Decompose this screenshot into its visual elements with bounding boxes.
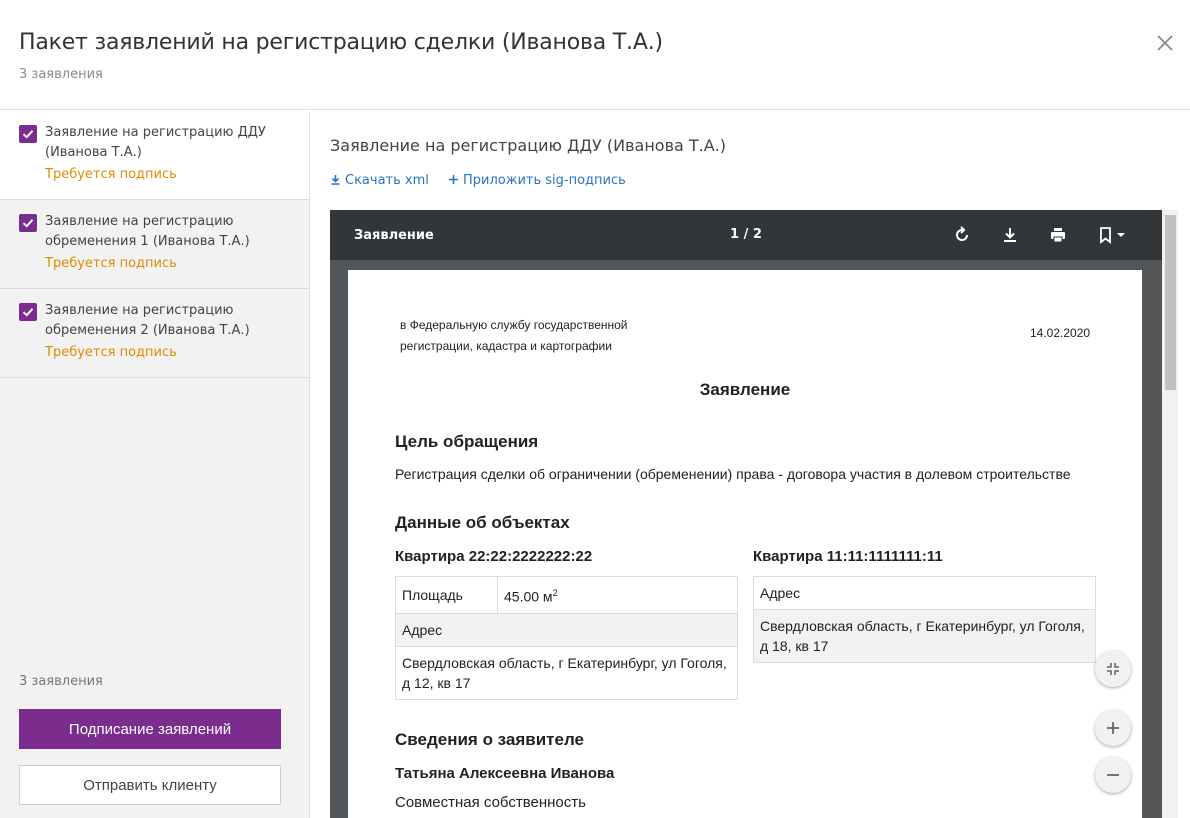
list-item-document-3[interactable]: Заявление на регистрацию обременения 2 (…	[0, 289, 309, 378]
dialog-header: Пакет заявлений на регистрацию сделки (И…	[0, 0, 1190, 110]
close-icon[interactable]	[1152, 30, 1178, 56]
addressee-line: регистрации, кадастра и картографии	[400, 339, 612, 353]
area-value: 45.00 м2	[497, 576, 738, 614]
status-label: Требуется подпись	[45, 345, 177, 360]
document-name: Заявление на регистрацию ДДУ (Иванова Т.…	[45, 125, 266, 160]
checkbox-checked-icon[interactable]	[19, 125, 37, 143]
scrollbar-thumb[interactable]	[1165, 215, 1176, 390]
object-1-table: Площадь 45.00 м2 Адрес Свердловская обла…	[395, 576, 738, 700]
addressee: в Федеральную службу государственной рег…	[400, 315, 660, 357]
download-icon	[330, 173, 341, 188]
checkbox-checked-icon[interactable]	[19, 303, 37, 321]
send-to-client-button[interactable]: Отправить клиенту	[19, 765, 281, 805]
zoom-out-icon[interactable]	[1095, 757, 1131, 793]
pdf-viewer: Заявление 1 / 2 в Федеральную службу гос…	[330, 210, 1178, 818]
purpose-text: Регистрация сделки об ограничении (обрем…	[395, 466, 1071, 482]
list-item-document-2[interactable]: Заявление на регистрацию обременения 1 (…	[0, 200, 309, 289]
address-value: Свердловская область, г Екатеринбург, ул…	[395, 645, 738, 700]
fit-page-icon[interactable]	[1095, 651, 1131, 687]
attach-signature-label: Приложить sig-подпись	[463, 173, 626, 188]
document-list-sidebar: Заявление на регистрацию ДДУ (Иванова Т.…	[0, 111, 310, 818]
attach-signature-link[interactable]: Приложить sig-подпись	[448, 173, 626, 188]
object-2-table: Адрес Свердловская область, г Екатеринбу…	[753, 576, 1096, 663]
address-label: Адрес	[395, 612, 738, 647]
document-title: Заявление на регистрацию ДДУ (Иванова Т.…	[330, 136, 727, 155]
object-1-title: Квартира 22:22:2222222:22	[395, 548, 593, 565]
document-name: Заявление на регистрацию обременения 1 (…	[45, 214, 250, 249]
download-icon[interactable]	[998, 223, 1022, 247]
object-2-title: Квартира 11:11:1111111:11	[753, 548, 943, 565]
status-label: Требуется подпись	[45, 256, 177, 271]
applicant-heading: Сведения о заявителе	[395, 730, 584, 749]
pdf-page: в Федеральную службу государственной рег…	[348, 270, 1142, 818]
document-date: 14.02.2020	[1030, 326, 1091, 340]
address-value: Свердловская область, г Екатеринбург, ул…	[753, 609, 1096, 663]
sign-documents-button[interactable]: Подписание заявлений	[19, 709, 281, 749]
objects-heading: Данные об объектах	[395, 513, 570, 532]
zoom-in-icon[interactable]	[1095, 710, 1131, 746]
download-xml-link[interactable]: Скачать xml	[330, 173, 429, 188]
checkbox-checked-icon[interactable]	[19, 214, 37, 232]
print-icon[interactable]	[1046, 223, 1070, 247]
dialog-subtitle: 3 заявления	[19, 67, 103, 82]
status-label: Требуется подпись	[45, 167, 177, 182]
area-number: 45.00 м	[504, 588, 553, 605]
address-label: Адрес	[753, 576, 1096, 610]
dialog-title: Пакет заявлений на регистрацию сделки (И…	[19, 30, 663, 55]
page-indicator: 1 / 2	[730, 227, 762, 242]
document-heading: Заявление	[699, 380, 791, 399]
bookmark-icon[interactable]	[1094, 223, 1130, 247]
addressee-line: в Федеральную службу государственной	[400, 318, 628, 332]
documents-count: 3 заявления	[19, 674, 103, 689]
plus-icon	[448, 173, 459, 188]
list-item-document-1[interactable]: Заявление на регистрацию ДДУ (Иванова Т.…	[0, 111, 309, 200]
document-name: Заявление на регистрацию обременения 2 (…	[45, 303, 250, 338]
area-label: Площадь	[395, 576, 498, 614]
area-unit-sup: 2	[552, 588, 558, 598]
pdf-toolbar: Заявление 1 / 2	[330, 210, 1178, 260]
purpose-heading: Цель обращения	[395, 432, 539, 451]
applicant-name: Татьяна Алексеевна Иванова	[395, 765, 615, 782]
rotate-icon[interactable]	[950, 223, 974, 247]
download-xml-label: Скачать xml	[345, 173, 429, 188]
pdf-title: Заявление	[354, 228, 434, 243]
ownership-type: Совместная собственность	[395, 794, 586, 811]
